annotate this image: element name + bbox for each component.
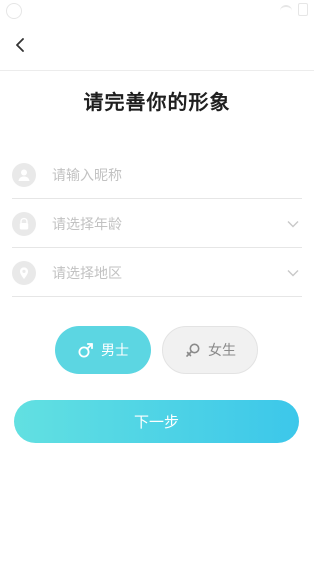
next-step-label: 下一步	[133, 413, 179, 431]
chevron-left-icon	[16, 38, 24, 52]
male-button[interactable]: 男士	[55, 326, 151, 374]
lock-icon	[12, 211, 36, 236]
age-select[interactable]: 请选择年龄	[12, 200, 302, 248]
region-select[interactable]: 请选择地区	[12, 249, 302, 297]
chevron-down-icon	[284, 264, 302, 282]
status-bar	[0, 0, 314, 22]
chevron-down-icon	[284, 215, 302, 233]
female-label: 女生	[208, 343, 236, 359]
male-label: 男士	[101, 343, 129, 359]
nav-bar	[0, 22, 314, 71]
battery-icon	[298, 3, 308, 16]
age-placeholder: 请选择年龄	[52, 216, 122, 233]
location-pin-icon	[12, 260, 36, 285]
nickname-placeholder: 请输入昵称	[52, 167, 122, 184]
region-placeholder: 请选择地区	[52, 265, 122, 282]
male-symbol-icon	[78, 343, 93, 358]
status-icon	[6, 3, 22, 19]
next-step-button[interactable]: 下一步	[14, 400, 299, 443]
wifi-icon	[280, 4, 292, 15]
nickname-field[interactable]: 请输入昵称	[12, 151, 302, 199]
user-icon	[12, 162, 36, 187]
back-button[interactable]	[8, 32, 32, 58]
female-button[interactable]: 女生	[162, 326, 258, 374]
female-symbol-icon	[186, 343, 200, 357]
page-title: 请完善你的形象	[83, 90, 231, 114]
status-icons-group	[280, 3, 308, 16]
